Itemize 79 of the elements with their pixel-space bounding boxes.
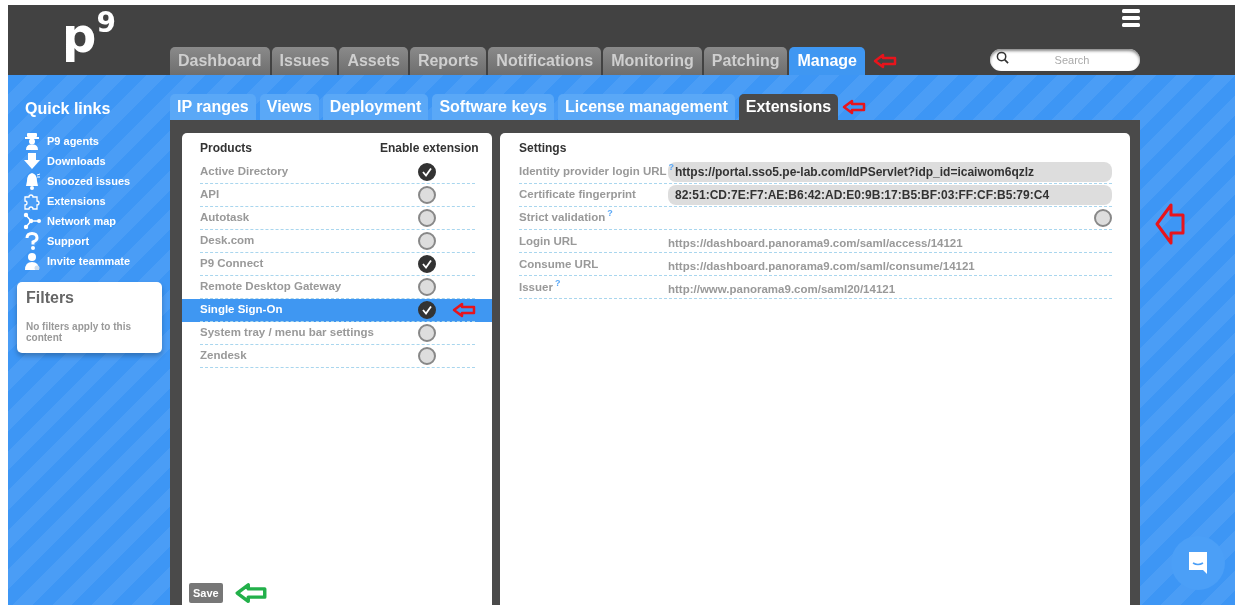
nav-tab[interactable]: Notifications (488, 47, 602, 75)
enable-toggle[interactable] (418, 186, 436, 204)
quick-link[interactable]: Extensions (23, 191, 162, 211)
enable-toggle[interactable] (418, 278, 436, 296)
product-item[interactable]: P9 Connect (200, 255, 418, 273)
filters-message: No filters apply to this content (26, 322, 132, 343)
setting-label: Consume URL (519, 258, 599, 271)
check-icon (421, 304, 433, 316)
save-button[interactable]: Save (189, 582, 223, 604)
enable-toggle[interactable] (418, 232, 436, 250)
arrow-icon (873, 53, 897, 69)
setting-value: https://dashboard.panorama9.com/saml/consume/14121 (668, 260, 975, 272)
nav-tab[interactable]: Dashboard (170, 47, 270, 75)
setting-value: http://www.panorama9.com/saml20/14121 (668, 283, 896, 295)
chat-icon (1186, 550, 1210, 576)
sub-tab[interactable]: Software keys (432, 94, 554, 120)
setting-label: Login URL (519, 235, 578, 248)
selected-row[interactable]: Single Sign-On (182, 299, 492, 322)
nav-tab[interactable]: Monitoring (603, 47, 702, 75)
help-link[interactable]: ? (554, 278, 561, 289)
settings-heading: Settings (519, 140, 568, 157)
product-item[interactable]: Active Directory (200, 163, 418, 181)
person-icon (23, 252, 41, 270)
sub-tab[interactable]: License management (558, 94, 735, 120)
sidebar-heading: Quick links (25, 99, 112, 119)
sub-tab[interactable]: Extensions (738, 94, 839, 120)
search-field[interactable]: Search (990, 49, 1140, 71)
nav-tab[interactable]: Issues (271, 47, 338, 75)
enable-toggle[interactable] (418, 347, 436, 365)
setting-label: Strict validation (519, 211, 606, 224)
arrow-icon (842, 99, 867, 115)
input-field[interactable]: 82:51:CD:7E:F7:AE:B6:42:AD:E0:9B:17:B5:BF:03:FF:CF:B5:79:C4 (668, 185, 1112, 205)
setting-label: Certificate fingerprint (519, 188, 636, 201)
validation-toggle[interactable] (1094, 209, 1112, 227)
nav-tab[interactable]: Assets (339, 47, 408, 75)
enable-toggle[interactable] (418, 255, 436, 273)
quick-link[interactable]: Invite teammate (23, 251, 162, 271)
puzzle-icon (23, 192, 41, 210)
nav-tab[interactable]: Reports (409, 47, 487, 75)
column-header: Products (200, 140, 253, 157)
product-item[interactable]: System tray / menu bar settings (200, 324, 418, 342)
product-item[interactable]: Zendesk (200, 347, 418, 365)
help-link[interactable]: ? (607, 208, 613, 219)
menu-icon (1122, 8, 1140, 28)
quick-link[interactable]: P9 agents (23, 131, 162, 151)
download-icon (23, 152, 41, 170)
quick-link[interactable]: Network map (23, 211, 162, 231)
filters-heading: Filters (26, 288, 75, 308)
product-item[interactable]: API (200, 186, 418, 204)
quick-link[interactable]: Snoozed issues (23, 171, 162, 191)
quick-link[interactable]: Support (23, 231, 162, 251)
enable-toggle[interactable] (418, 209, 436, 227)
product-item[interactable]: Desk.com (200, 232, 418, 250)
enable-toggle[interactable] (418, 324, 436, 342)
setting-label: Issuer (519, 281, 553, 294)
sub-tab[interactable]: Deployment (322, 94, 429, 120)
setting-value: https://dashboard.panorama9.com/saml/access/14121 (668, 237, 963, 249)
check-icon (421, 258, 433, 270)
sub-tab[interactable]: Views (259, 94, 319, 120)
enable-toggle[interactable] (418, 163, 436, 181)
product-item[interactable]: Remote Desktop Gateway (200, 278, 418, 296)
enable-toggle[interactable] (418, 301, 436, 319)
sub-tab[interactable]: IP ranges (170, 94, 256, 120)
bell-icon (23, 172, 41, 190)
network-icon (23, 212, 41, 230)
setting-label: Identity provider login URL (519, 165, 667, 178)
quick-link[interactable]: Downloads (23, 151, 162, 171)
check-icon (421, 166, 433, 178)
help-link[interactable]: ? (668, 162, 675, 173)
nav-tab[interactable]: Manage (789, 47, 865, 75)
menu-button[interactable] (1122, 8, 1140, 28)
agent-icon (23, 132, 41, 150)
nav-tab[interactable]: Patching (703, 47, 788, 75)
question-icon (23, 232, 41, 250)
product-item[interactable]: Autotask (200, 209, 418, 227)
column-header: Enable extension (380, 140, 480, 157)
product-item[interactable]: Single Sign-On (200, 301, 418, 319)
arrow-icon (452, 302, 476, 318)
arrow-icon (1155, 202, 1185, 246)
